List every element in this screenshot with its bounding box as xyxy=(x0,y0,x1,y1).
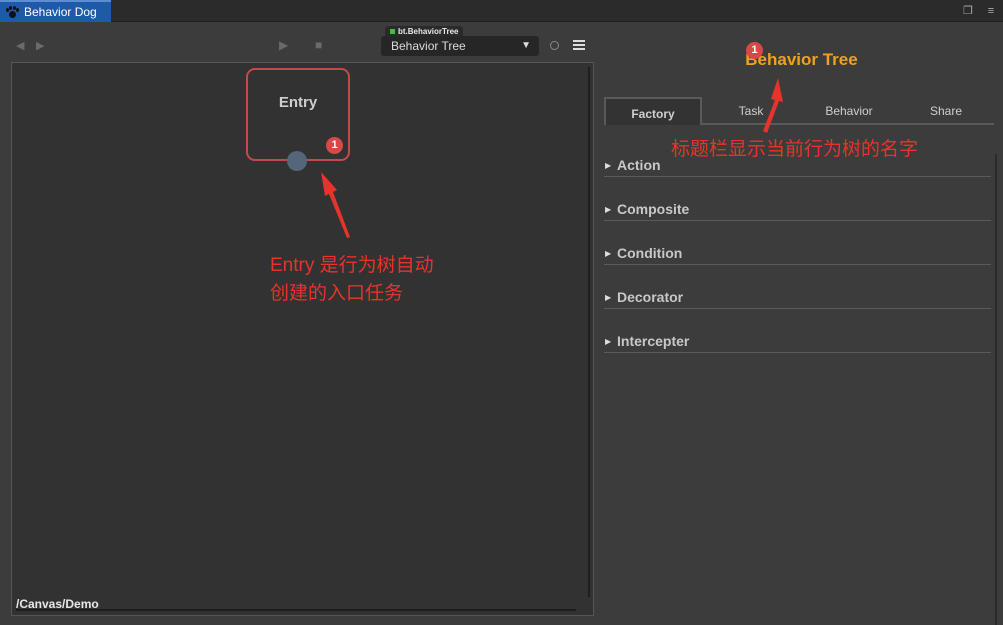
tab-behavior[interactable]: Behavior xyxy=(800,97,898,125)
canvas-horizontal-scrollbar[interactable] xyxy=(16,609,576,611)
back-icon[interactable]: ◀ xyxy=(16,40,24,52)
title-badge: 1 xyxy=(746,42,763,59)
right-panel: Behavior Tree 1 Factory Task Behavior Sh… xyxy=(600,22,1003,625)
canvas-path: /Canvas/Demo xyxy=(16,597,99,611)
behavior-title: Behavior Tree xyxy=(745,50,858,69)
entry-node[interactable]: Entry 1 xyxy=(246,68,350,161)
stop-icon[interactable]: ■ xyxy=(315,39,322,51)
entry-annotation-line1: Entry 是行为树自动 xyxy=(270,255,434,276)
window-tabbar: Behavior Dog ❐ ≡ xyxy=(0,0,1003,22)
category-composite[interactable]: ▶ Composite xyxy=(604,199,991,221)
category-condition[interactable]: ▶ Condition xyxy=(604,243,991,265)
expand-triangle-icon: ▶ xyxy=(605,249,612,258)
tree-select[interactable]: Behavior Tree ▼ xyxy=(381,36,539,56)
entry-output-port[interactable] xyxy=(287,151,307,171)
panel-scrollbar[interactable] xyxy=(995,154,997,625)
category-label: Action xyxy=(617,157,661,173)
toolbar: ◀ ▶ ▶ ■ bt.BehaviorTree Behavior Tree ▼ xyxy=(0,22,600,62)
left-panel: ◀ ▶ ▶ ■ bt.BehaviorTree Behavior Tree ▼ … xyxy=(0,22,600,625)
hamburger-menu-icon[interactable] xyxy=(573,40,585,50)
canvas-vertical-scrollbar[interactable] xyxy=(588,67,590,597)
entry-node-badge: 1 xyxy=(326,137,343,154)
category-label: Composite xyxy=(617,201,690,217)
title-annotation: 标题栏显示当前行为树的名字 xyxy=(671,139,919,160)
tab-task[interactable]: Task xyxy=(702,97,800,125)
expand-triangle-icon: ▶ xyxy=(605,161,612,170)
restore-icon[interactable]: ❐ xyxy=(961,4,975,18)
paw-icon xyxy=(6,5,19,19)
window-tab-title: Behavior Dog xyxy=(24,5,97,19)
category-label: Condition xyxy=(617,245,683,261)
category-label: Intercepter xyxy=(617,333,690,349)
caret-down-icon: ▼ xyxy=(521,40,531,51)
expand-triangle-icon: ▶ xyxy=(605,293,612,302)
category-decorator[interactable]: ▶ Decorator xyxy=(604,287,991,309)
window-tab[interactable]: Behavior Dog xyxy=(0,0,111,22)
expand-triangle-icon: ▶ xyxy=(605,337,612,346)
tree-select-value: Behavior Tree xyxy=(391,39,466,53)
category-intercepter[interactable]: ▶ Intercepter xyxy=(604,331,991,353)
status-dot-icon xyxy=(390,29,395,34)
tab-factory[interactable]: Factory xyxy=(604,97,702,125)
play-icon[interactable]: ▶ xyxy=(279,39,288,51)
category-label: Decorator xyxy=(617,289,684,305)
window-menu-icon[interactable]: ≡ xyxy=(984,4,998,18)
entry-node-title: Entry xyxy=(278,94,318,111)
panel-tabs: Factory Task Behavior Share xyxy=(604,97,994,125)
record-icon[interactable] xyxy=(550,41,559,50)
tab-share[interactable]: Share xyxy=(898,97,994,125)
tree-canvas[interactable]: Entry 1 /Canvas/Demo xyxy=(11,62,594,616)
entry-annotation-line2: 创建的入口任务 xyxy=(270,283,404,304)
forward-icon[interactable]: ▶ xyxy=(36,40,44,52)
entry-annotation: Entry 是行为树自动 创建的入口任务 xyxy=(270,252,434,308)
expand-triangle-icon: ▶ xyxy=(605,205,612,214)
